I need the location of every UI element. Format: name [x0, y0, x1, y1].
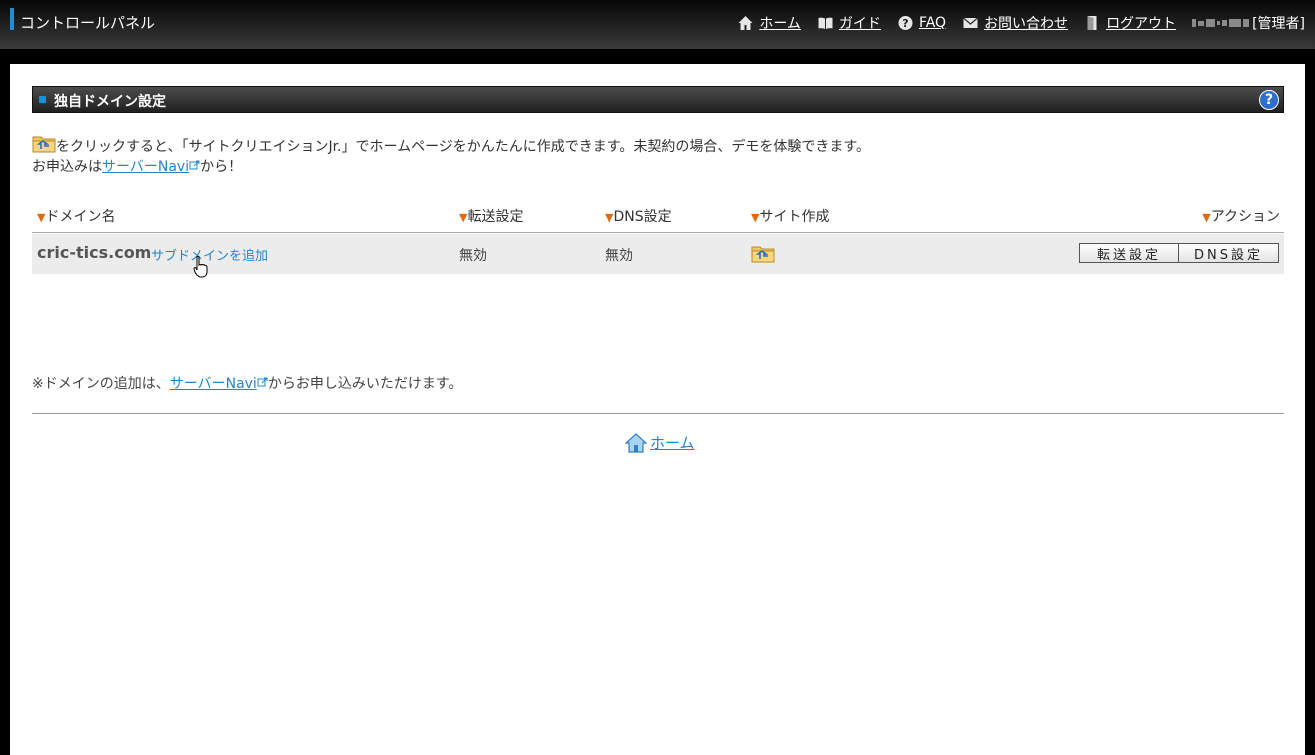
row-actions: 転送設定 DNS設定	[1079, 243, 1279, 263]
hand-cursor-icon	[193, 256, 208, 278]
nav-logout-label[interactable]: ログアウト	[1106, 13, 1176, 33]
server-navi-link[interactable]: サーバーNavi	[102, 159, 189, 175]
external-link-icon	[189, 160, 200, 170]
add-domain-note: ※ドメインの追加は、サーバーNavi からお申し込みいただけます。	[32, 373, 462, 393]
nav-faq[interactable]: ? FAQ	[897, 15, 946, 31]
redacted-username	[1192, 19, 1250, 27]
help-button[interactable]: ?	[1259, 90, 1279, 110]
nav-guide[interactable]: ガイド	[817, 13, 881, 33]
col-action[interactable]: ▼アクション	[1202, 206, 1280, 226]
nav-home[interactable]: ホーム	[737, 13, 801, 33]
brand-accent-bar	[10, 8, 14, 30]
col-forwarding[interactable]: ▼転送設定	[459, 206, 523, 226]
section-title: 独自ドメイン設定	[54, 94, 166, 110]
user-role: [管理者]	[1252, 16, 1305, 32]
home-icon	[738, 16, 753, 30]
top-nav: ホーム ガイド ? FAQ お問い合わせ ログアウト [管理者]	[737, 13, 1305, 33]
section-marker	[39, 96, 46, 103]
add-subdomain-link[interactable]: サブドメインを追加	[151, 245, 268, 264]
col-domain-name-label: ドメイン名	[45, 209, 116, 225]
question-icon: ?	[898, 16, 913, 30]
col-forwarding-label: 転送設定	[467, 209, 524, 225]
forwarding-status: 無効	[459, 248, 487, 264]
note-suffix: からお申し込みいただけます。	[267, 376, 463, 392]
col-dns-label: DNS設定	[613, 209, 672, 225]
intro-line2-prefix: お申込みは	[32, 159, 102, 175]
intro-line2-suffix: から！	[200, 159, 243, 175]
top-header: コントロールパネル ホーム ガイド ? FAQ お問い合わせ ログアウト [管理…	[0, 0, 1315, 49]
main-panel: 独自ドメイン設定 ? をクリックすると、「サイトクリエイションJr.」でホームペ…	[10, 64, 1305, 755]
intro-text: をクリックすると、「サイトクリエイションJr.」でホームページをかんたんに作成で…	[32, 134, 870, 177]
dns-status: 無効	[605, 248, 633, 264]
domain-name: cric-tics.com	[37, 243, 152, 262]
nav-contact[interactable]: お問い合わせ	[962, 13, 1068, 33]
mail-icon	[963, 17, 978, 28]
dns-settings-button[interactable]: DNS設定	[1179, 243, 1279, 263]
nav-guide-label[interactable]: ガイド	[839, 13, 881, 33]
nav-logout[interactable]: ログアウト	[1084, 13, 1176, 33]
col-action-label: アクション	[1210, 209, 1280, 225]
table-row: cric-tics.com サブドメインを追加 無効 無効 転送設定 DNS設定	[32, 234, 1284, 274]
table-header: ▼ドメイン名 ▼転送設定 ▼DNS設定 ▼サイト作成 ▼アクション	[32, 204, 1284, 233]
home-icon	[625, 432, 647, 453]
col-site-create-label: サイト作成	[759, 209, 830, 225]
col-domain-name[interactable]: ▼ドメイン名	[37, 206, 115, 226]
server-navi-link-2[interactable]: サーバーNavi	[170, 376, 257, 392]
book-icon	[818, 17, 833, 29]
nav-faq-label[interactable]: FAQ	[919, 15, 946, 31]
divider	[32, 413, 1284, 414]
site-create-folder-icon	[32, 136, 56, 153]
site-create-folder-icon[interactable]	[751, 244, 775, 263]
col-site-create[interactable]: ▼サイト作成	[751, 206, 829, 226]
svg-text:?: ?	[902, 17, 908, 30]
brand-title: コントロールパネル	[20, 14, 156, 32]
external-link-icon	[257, 377, 268, 387]
intro-line1: をクリックすると、「サイトクリエイションJr.」でホームページをかんたんに作成で…	[56, 139, 870, 155]
logout-icon	[1087, 16, 1097, 30]
note-prefix: ※ドメインの追加は、	[32, 376, 170, 392]
footer-home-link[interactable]: ホーム	[625, 432, 695, 453]
nav-contact-label[interactable]: お問い合わせ	[984, 13, 1068, 33]
section-header: 独自ドメイン設定 ?	[32, 86, 1284, 113]
nav-home-label[interactable]: ホーム	[759, 13, 801, 33]
col-dns[interactable]: ▼DNS設定	[605, 206, 672, 226]
forwarding-settings-button[interactable]: 転送設定	[1079, 243, 1179, 263]
user-info: [管理者]	[1192, 13, 1305, 33]
sort-triangle-icon: ▼	[1202, 211, 1211, 224]
footer-home-label[interactable]: ホーム	[650, 432, 695, 453]
